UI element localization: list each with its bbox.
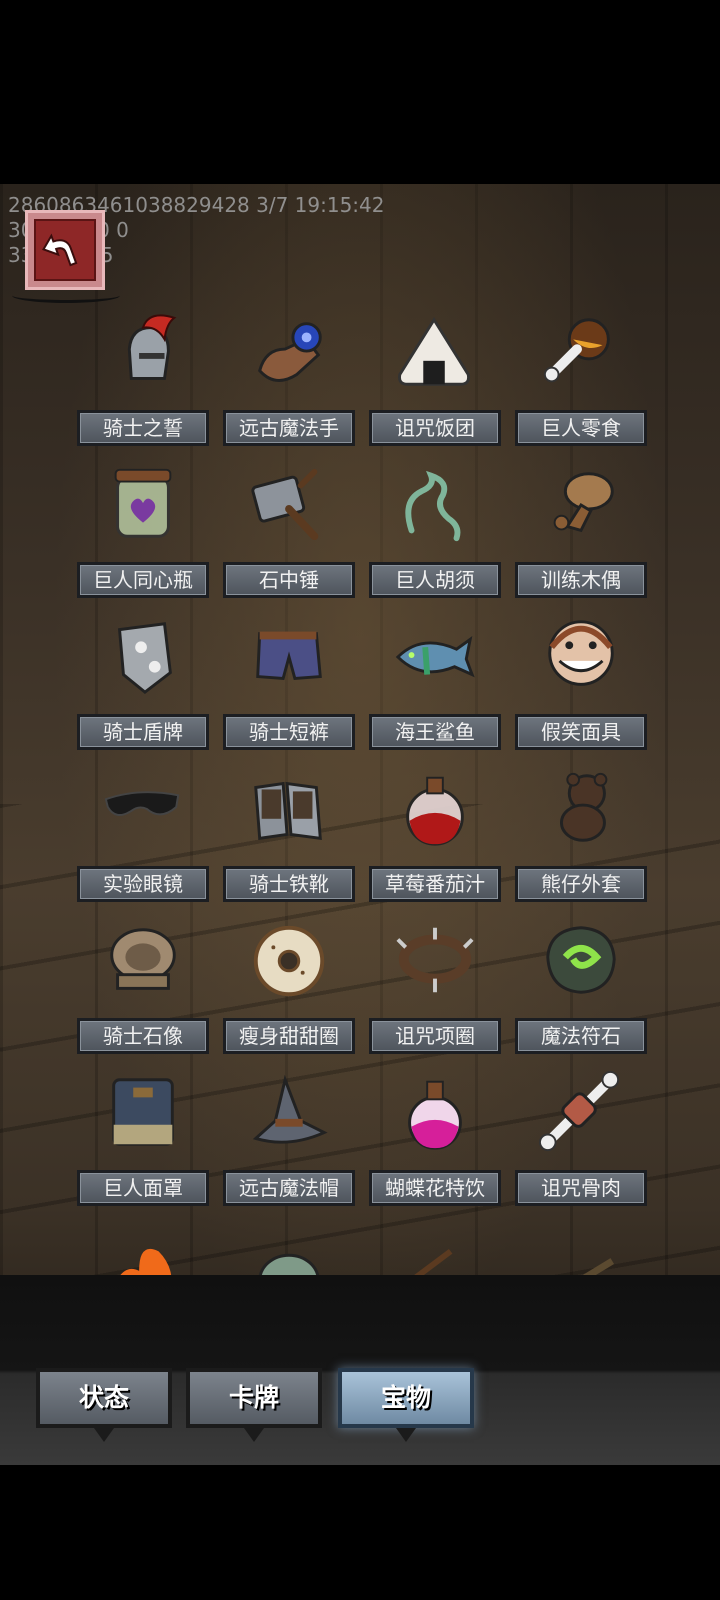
stone-hammer-icon (244, 462, 334, 548)
treasure-item[interactable]: 瘦身甜甜圈 (216, 918, 362, 1058)
treasure-item[interactable]: 海王鲨鱼 (362, 614, 508, 754)
treasure-item[interactable]: 远古魔法手 (216, 310, 362, 450)
treasure-item[interactable]: 训练木偶 (508, 462, 654, 602)
treasure-item[interactable]: 石中锤 (216, 462, 362, 602)
treasure-item-label: 海王鲨鱼 (369, 714, 501, 750)
tab-cards[interactable]: 卡牌 (186, 1368, 322, 1428)
treasure-item-label: 石中锤 (223, 562, 355, 598)
spiked-collar-icon (390, 918, 480, 1004)
meat-bone-icon (536, 310, 626, 396)
back-button-ribbon (12, 288, 120, 303)
treasure-item-label: 诅咒项圈 (369, 1018, 501, 1054)
face-guard-icon (98, 1070, 188, 1156)
treasure-item[interactable]: 骑士之誓 (70, 310, 216, 450)
treasure-item-label: 训练木偶 (515, 562, 647, 598)
treasure-item-label: 骑士盾牌 (77, 714, 209, 750)
treasure-item[interactable]: 骑士盾牌 (70, 614, 216, 754)
rice-ball-icon (390, 310, 480, 396)
treasure-item[interactable]: 骑士短裤 (216, 614, 362, 754)
treasure-item-label: 魔法符石 (515, 1018, 647, 1054)
heart-jar-icon (98, 462, 188, 548)
treasure-item-label: 骑士石像 (77, 1018, 209, 1054)
treasure-item[interactable]: 诅咒项圈 (362, 918, 508, 1058)
treasure-item[interactable] (70, 1222, 216, 1275)
teddy-bear-icon (536, 766, 626, 852)
tab-cards-notch (244, 1428, 264, 1442)
treasure-item[interactable] (216, 1222, 362, 1275)
armored-gauntlet-icon (244, 310, 334, 396)
iron-boots-icon (244, 766, 334, 852)
treasure-item[interactable]: 草莓番茄汁 (362, 766, 508, 906)
treasure-item-label: 巨人胡须 (369, 562, 501, 598)
donut-icon (244, 918, 334, 1004)
game-screen: 2860863461038829428 3/7 19:15:4230005 0 … (0, 0, 720, 1600)
treasure-item[interactable]: 远古魔法帽 (216, 1070, 362, 1210)
treasure-item-label: 远古魔法手 (223, 410, 355, 446)
bone-meat-icon (536, 1070, 626, 1156)
rune-stone-icon (536, 918, 626, 1004)
treasure-item-label: 远古魔法帽 (223, 1170, 355, 1206)
scaled-egg-icon (244, 1222, 334, 1275)
back-button[interactable] (25, 210, 105, 290)
treasure-item-label: 瘦身甜甜圈 (223, 1018, 355, 1054)
treasure-item-label: 巨人零食 (515, 410, 647, 446)
grin-mask-icon (536, 614, 626, 700)
stone-pedestal-icon (98, 918, 188, 1004)
treasure-item[interactable]: 骑士石像 (70, 918, 216, 1058)
plumed-helmet-icon (98, 310, 188, 396)
treasure-item-label: 巨人同心瓶 (77, 562, 209, 598)
treasure-item[interactable]: 熊仔外套 (508, 766, 654, 906)
treasure-item[interactable] (508, 1222, 654, 1275)
green-whisker-icon (390, 462, 480, 548)
treasure-item[interactable]: 巨人零食 (508, 310, 654, 450)
treasure-item[interactable]: 诅咒骨肉 (508, 1070, 654, 1210)
wooden-dummy-icon (536, 462, 626, 548)
treasure-item-label: 骑士短裤 (223, 714, 355, 750)
treasure-item-label: 巨人面罩 (77, 1170, 209, 1206)
tab-treasures[interactable]: 宝物 (338, 1368, 474, 1428)
crossbow-icon (390, 1222, 480, 1275)
treasure-item[interactable]: 巨人胡须 (362, 462, 508, 602)
back-arrow-icon (42, 233, 78, 267)
treasure-item-label: 蝴蝶花特饮 (369, 1170, 501, 1206)
wizard-hat-icon (244, 1070, 334, 1156)
treasure-item[interactable] (362, 1222, 508, 1275)
treasure-item[interactable]: 骑士铁靴 (216, 766, 362, 906)
treasure-item-label: 草莓番茄汁 (369, 866, 501, 902)
staff-icon (536, 1222, 626, 1275)
flame-icon (98, 1222, 188, 1275)
treasure-item-label: 骑士之誓 (77, 410, 209, 446)
treasure-item-label: 诅咒饭团 (369, 410, 501, 446)
shorts-icon (244, 614, 334, 700)
treasure-item-label: 假笑面具 (515, 714, 647, 750)
treasure-item[interactable]: 假笑面具 (508, 614, 654, 754)
tab-treasures-notch (396, 1428, 416, 1442)
tab-status-notch (94, 1428, 114, 1442)
red-potion-icon (390, 766, 480, 852)
treasure-item-label: 熊仔外套 (515, 866, 647, 902)
shark-icon (390, 614, 480, 700)
treasure-item[interactable]: 诅咒饭团 (362, 310, 508, 450)
treasure-item[interactable]: 蝴蝶花特饮 (362, 1070, 508, 1210)
treasure-item-label: 骑士铁靴 (223, 866, 355, 902)
treasure-item[interactable]: 实验眼镜 (70, 766, 216, 906)
tab-status[interactable]: 状态 (36, 1368, 172, 1428)
treasure-item-label: 诅咒骨肉 (515, 1170, 647, 1206)
treasure-grid: 骑士之誓 远古魔法手 诅咒饭团 巨人零食巨人同心瓶 石中锤 巨人胡须 训练木偶骑士盾牌 骑士短… (0, 310, 720, 1275)
treasure-item[interactable]: 魔法符石 (508, 918, 654, 1058)
treasure-item[interactable]: 巨人面罩 (70, 1070, 216, 1210)
treasure-item-label: 实验眼镜 (77, 866, 209, 902)
spiked-shield-icon (98, 614, 188, 700)
treasure-item[interactable]: 巨人同心瓶 (70, 462, 216, 602)
sunglasses-icon (98, 766, 188, 852)
pink-potion-icon (390, 1070, 480, 1156)
